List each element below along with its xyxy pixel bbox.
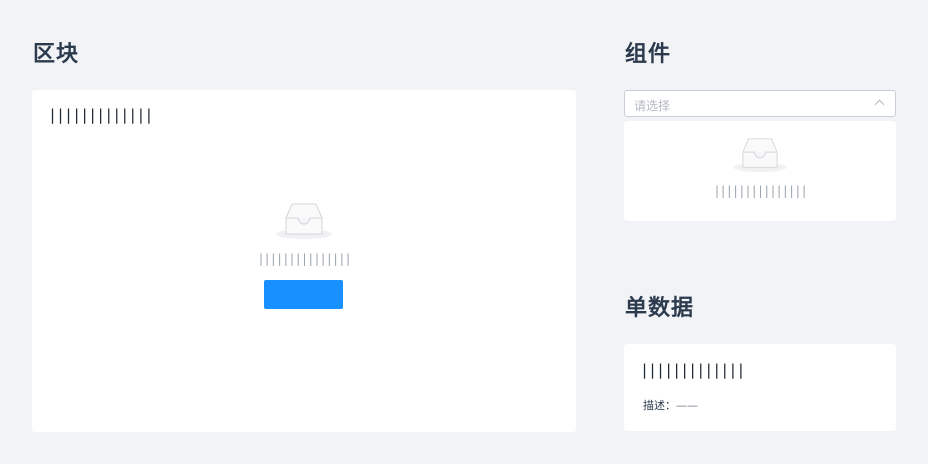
empty-inbox-icon <box>733 138 787 173</box>
block-empty-text: ||||||||||||||| <box>257 252 351 266</box>
block-card-heading: ||||||||||||| <box>48 106 153 124</box>
chevron-up-icon[interactable] <box>874 99 885 110</box>
page: 区块 ||||||||||||| ||||||||||||||| 组件 请选择 … <box>0 0 928 464</box>
single-data-card: ||||||||||||| 描述：—— <box>624 344 896 431</box>
dropdown-empty-text: ||||||||||||||| <box>713 184 807 198</box>
empty-inbox-icon <box>276 203 332 239</box>
section-title-component: 组件 <box>625 42 672 67</box>
select-input[interactable]: 请选择 <box>624 90 896 117</box>
description-separator: ： <box>665 399 676 412</box>
primary-action-button[interactable] <box>264 280 343 309</box>
section-title-block: 区块 <box>33 42 80 67</box>
description-row: 描述：—— <box>643 397 698 413</box>
select-dropdown-panel: ||||||||||||||| <box>624 121 896 221</box>
select-placeholder: 请选择 <box>634 99 671 113</box>
block-card: ||||||||||||| ||||||||||||||| <box>32 90 576 432</box>
description-value: —— <box>676 399 698 412</box>
section-title-single-data: 单数据 <box>625 296 695 321</box>
single-data-heading: ||||||||||||| <box>640 361 745 379</box>
description-label: 描述 <box>643 399 665 412</box>
